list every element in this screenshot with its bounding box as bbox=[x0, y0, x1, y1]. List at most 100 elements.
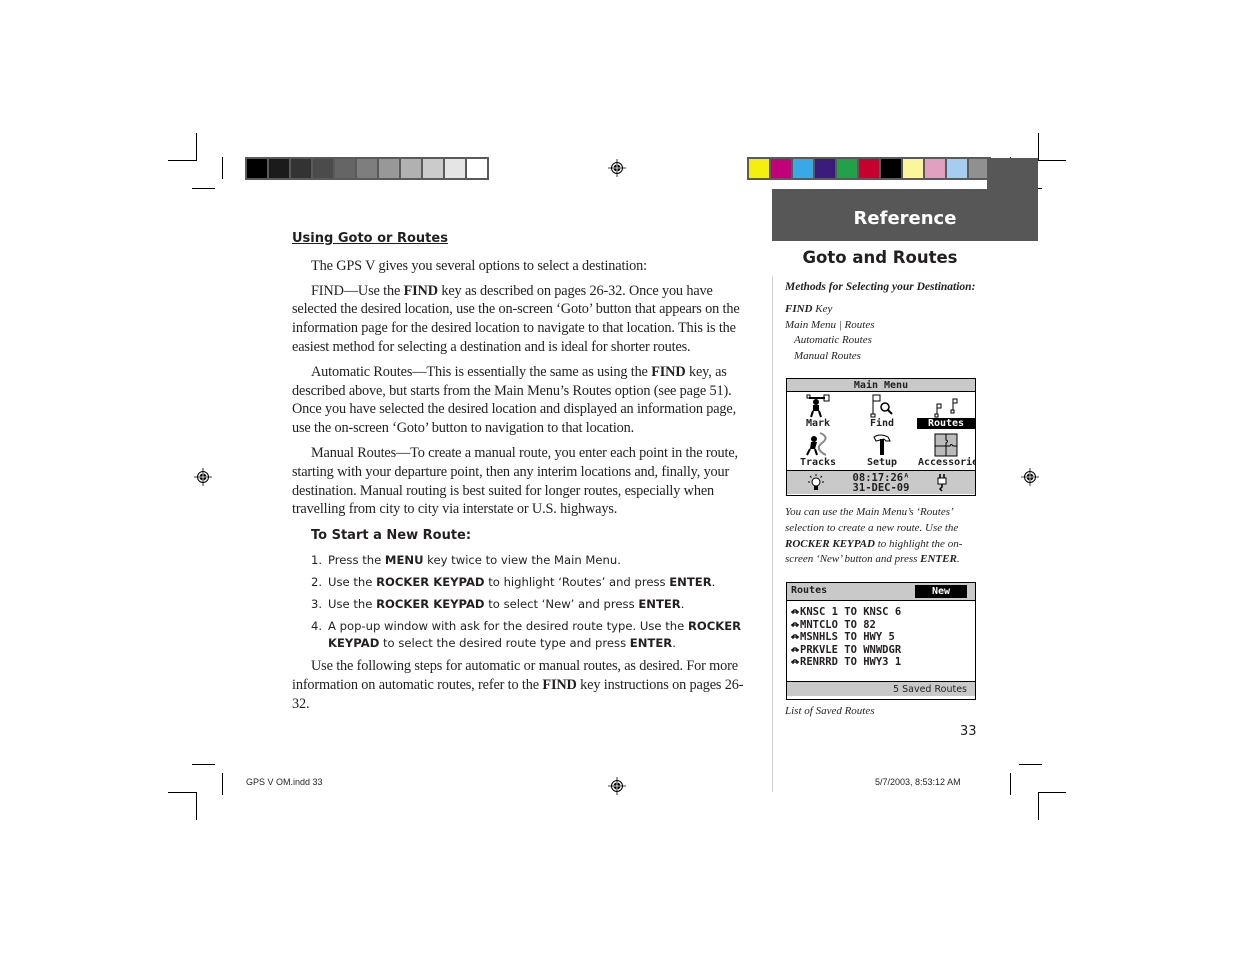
status-bar: 08:17:26ᴬ 31-DEC-09 bbox=[787, 470, 975, 494]
route-list-item[interactable]: MSNHLS TO HWY 5 bbox=[790, 631, 975, 644]
key-name: ROCKER KEYPAD bbox=[376, 574, 485, 589]
routes-caption: List of Saved Routes bbox=[785, 705, 875, 717]
menu-item-routes[interactable]: Routes bbox=[915, 394, 975, 429]
route-list-item[interactable]: MNTCLO TO 82 bbox=[790, 619, 975, 632]
registration-mark-icon bbox=[608, 159, 626, 177]
tracks-icon bbox=[787, 432, 849, 457]
color-swatch bbox=[771, 159, 791, 178]
step-number: 1. bbox=[311, 552, 323, 567]
screen-header: Routes New bbox=[787, 583, 975, 601]
grayscale-swatch bbox=[401, 159, 421, 178]
route-name: RENRRD TO HWY3 1 bbox=[800, 656, 902, 669]
color-swatch bbox=[815, 159, 835, 178]
main-column: Using Goto or Routes The GPS V gives you… bbox=[292, 230, 758, 719]
route-name: MSNHLS TO HWY 5 bbox=[800, 631, 895, 644]
text: Use the bbox=[328, 596, 377, 611]
menu-item-accessories[interactable]: Accessories bbox=[915, 433, 975, 468]
color-bar bbox=[747, 157, 991, 180]
text: Press the bbox=[328, 552, 385, 567]
power-plug-icon bbox=[937, 474, 947, 492]
grayscale-bar bbox=[245, 157, 489, 180]
menu-item-setup[interactable]: Setup bbox=[851, 433, 913, 468]
menu-item-mark[interactable]: Mark bbox=[787, 394, 849, 429]
grayscale-swatch bbox=[467, 159, 487, 178]
mark-icon bbox=[787, 394, 849, 418]
grayscale-swatch bbox=[423, 159, 443, 178]
grayscale-swatch bbox=[313, 159, 333, 178]
grayscale-swatch bbox=[269, 159, 289, 178]
method-find: FIND Key bbox=[785, 302, 874, 318]
method-menu-path: Main Menu | Routes bbox=[785, 318, 875, 331]
menu-item-tracks[interactable]: Tracks bbox=[787, 432, 849, 468]
sidebar-subtitle: Methods for Selecting your Destination: bbox=[785, 281, 976, 293]
saved-routes-list: KNSC 1 TO KNSC 6 MNTCLO TO 82 MSNHLS TO HW… bbox=[787, 601, 975, 681]
grayscale-swatch bbox=[247, 159, 267, 178]
text: to select the desired route type and pre… bbox=[379, 635, 630, 650]
color-swatch bbox=[947, 159, 967, 178]
find-icon bbox=[851, 394, 913, 418]
find-paragraph: FIND—Use the FIND key as described on pa… bbox=[292, 282, 758, 357]
automatic-routes-paragraph: Automatic Routes—This is essentially the… bbox=[292, 363, 758, 438]
text: . bbox=[956, 553, 960, 566]
registration-mark-icon bbox=[194, 468, 212, 486]
column-divider bbox=[772, 276, 773, 792]
key-name: FIND bbox=[785, 303, 813, 315]
text: to select ‘New’ and press bbox=[484, 596, 639, 611]
route-icon bbox=[790, 656, 800, 668]
text: to highlight ‘Routes’ and press bbox=[484, 574, 670, 589]
route-list-item[interactable]: RENRRD TO HWY3 1 bbox=[790, 656, 975, 669]
step-number: 2. bbox=[311, 574, 323, 589]
registration-mark-icon bbox=[1021, 468, 1039, 486]
route-list-item[interactable]: KNSC 1 TO KNSC 6 bbox=[790, 606, 975, 619]
intro-paragraph: The GPS V gives you several options to s… bbox=[311, 257, 647, 274]
methods-list: FIND Key Main Menu | Routes Automatic Ro… bbox=[785, 302, 874, 364]
menu-item-label: Tracks bbox=[799, 457, 837, 468]
page-number: 33 bbox=[960, 724, 977, 739]
key-name: ENTER bbox=[669, 574, 712, 589]
step-number: 3. bbox=[311, 596, 323, 611]
key-name: ROCKER KEYPAD bbox=[376, 596, 485, 611]
key-name: ENTER bbox=[920, 553, 957, 566]
grayscale-swatch bbox=[357, 159, 377, 178]
color-swatch bbox=[837, 159, 857, 178]
procedure-heading: To Start a New Route: bbox=[311, 528, 472, 544]
section-title: Reference bbox=[853, 208, 957, 229]
grayscale-swatch bbox=[445, 159, 465, 178]
method-manual: Manual Routes bbox=[794, 349, 861, 362]
route-icon bbox=[790, 631, 800, 643]
menu-item-find[interactable]: Find bbox=[851, 394, 913, 429]
color-swatch bbox=[903, 159, 923, 178]
text: . bbox=[680, 596, 685, 611]
new-route-button[interactable]: New bbox=[915, 585, 967, 598]
key-name: FIND bbox=[542, 676, 577, 693]
key-name: MENU bbox=[384, 552, 424, 567]
color-swatch bbox=[881, 159, 901, 178]
route-icon bbox=[790, 619, 800, 631]
route-list-item[interactable]: PRKVLE TO WNWDGR bbox=[790, 644, 975, 657]
key-name: FIND bbox=[651, 363, 686, 380]
grayscale-swatch bbox=[379, 159, 399, 178]
text: Key bbox=[812, 303, 833, 315]
step-number: 4. bbox=[311, 618, 323, 633]
text: Use the bbox=[328, 574, 377, 589]
routes-icon bbox=[915, 394, 975, 418]
sidebar-title: Goto and Routes bbox=[802, 248, 958, 267]
color-swatch bbox=[749, 159, 769, 178]
text: A pop-up window with ask for the desired… bbox=[328, 618, 688, 633]
slug-timestamp: 5/7/2003, 8:53:12 AM bbox=[875, 777, 961, 787]
color-swatch bbox=[793, 159, 813, 178]
text: . bbox=[672, 635, 676, 650]
text: FIND—Use the bbox=[311, 282, 404, 299]
section-header: Reference bbox=[772, 189, 1038, 241]
manual-routes-paragraph: Manual Routes—To create a manual route, … bbox=[292, 444, 738, 518]
grayscale-swatch bbox=[291, 159, 311, 178]
route-icon bbox=[790, 644, 800, 656]
main-menu-caption: You can use the Main Menu’s ‘Routes’ sel… bbox=[785, 505, 985, 568]
text: Automatic Routes—This is essentially the… bbox=[311, 363, 652, 380]
closing-paragraph: Use the following steps for automatic or… bbox=[292, 657, 758, 713]
route-name: KNSC 1 TO KNSC 6 bbox=[800, 606, 902, 618]
setup-icon bbox=[851, 433, 913, 457]
text: . bbox=[711, 574, 716, 589]
route-name: PRKVLE TO WNWDGR bbox=[800, 643, 902, 656]
key-name: FIND bbox=[403, 282, 439, 299]
